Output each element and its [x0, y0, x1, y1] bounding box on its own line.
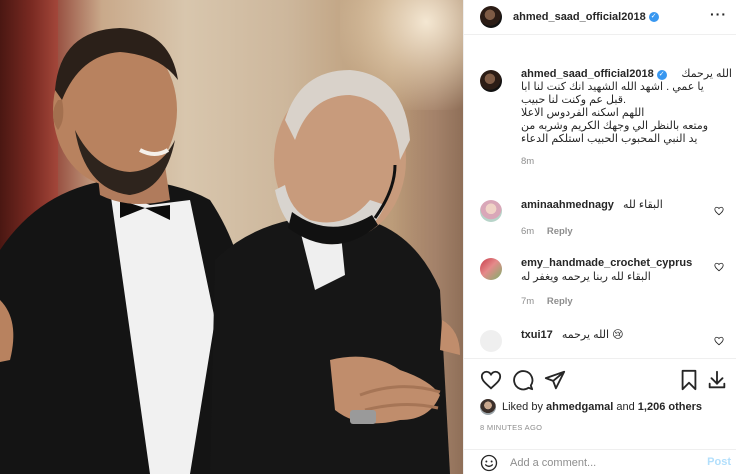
caption-line: يا عمي . اشهد الله الشهيد انك كنت لنا اب… — [521, 81, 704, 93]
caption-text: الله يرحمك — [681, 68, 732, 80]
post-photo[interactable] — [0, 0, 463, 474]
liked-by-prefix: Liked by — [502, 401, 543, 413]
comment-username[interactable]: txui17 — [521, 329, 553, 341]
avatar[interactable] — [480, 200, 502, 222]
comment-icon[interactable] — [512, 369, 534, 391]
comment-meta: 7m Reply — [521, 296, 573, 307]
caption-body: ahmed_saad_official2018 ✓ الله يرحمك يا ع… — [521, 68, 732, 167]
instagram-post-window: ahmed_saad_official2018 ✓ ··· ahmed_saad… — [0, 0, 736, 474]
post-header: ahmed_saad_official2018 ✓ ··· — [464, 0, 736, 35]
comment-item: txui17 الله يرحمه 😢 — [480, 326, 730, 358]
comment-composer: Post — [464, 449, 736, 474]
reply-button[interactable]: Reply — [547, 226, 573, 237]
reply-button[interactable]: Reply — [547, 296, 573, 307]
post-timestamp[interactable]: 8 MINUTES AGO — [480, 423, 542, 432]
comment-item: aminaahmednagy البقاء لله 6m Reply — [480, 196, 730, 256]
comments-list[interactable]: ahmed_saad_official2018 ✓ الله يرحمك يا ع… — [464, 36, 736, 358]
caption-line: يد النبي المحبوب الحبيب استلكم الدعاء — [521, 133, 698, 145]
caption-line: .قبل عم وكنت لنا حبيب — [521, 94, 627, 106]
comment-username[interactable]: aminaahmednagy — [521, 199, 614, 211]
watch — [350, 410, 376, 424]
post-side-panel: ahmed_saad_official2018 ✓ ··· ahmed_saad… — [463, 0, 736, 474]
caption-username[interactable]: ahmed_saad_official2018 — [521, 68, 654, 80]
verified-badge-icon: ✓ — [648, 12, 659, 22]
smile-icon[interactable] — [480, 454, 498, 472]
caption-timestamp[interactable]: 8m — [521, 156, 732, 167]
photo-illustration — [0, 28, 460, 474]
avatar[interactable] — [480, 6, 502, 28]
download-icon[interactable] — [706, 369, 728, 391]
comment-text: البقاء لله — [622, 199, 663, 211]
comment-text: البقاء لله ربنا يرحمه ويغفر له — [521, 271, 651, 283]
add-comment-input[interactable] — [510, 456, 690, 469]
action-bar — [478, 369, 728, 393]
avatar[interactable] — [480, 258, 502, 280]
post-author-username[interactable]: ahmed_saad_official2018 — [513, 11, 646, 23]
bookmark-icon[interactable] — [678, 369, 700, 391]
comment-header: aminaahmednagy البقاء لله — [521, 198, 721, 212]
comment-time: 7m — [521, 296, 535, 307]
heart-icon[interactable] — [480, 369, 502, 391]
likes-summary: Liked by ahmedgamal and 1,206 others — [480, 399, 702, 415]
comment-meta: 6m Reply — [521, 226, 573, 237]
heart-icon[interactable] — [714, 206, 724, 216]
caption-first-line: ahmed_saad_official2018 ✓ الله يرحمك — [521, 68, 732, 81]
share-icon[interactable] — [544, 369, 566, 391]
comment-item: emy_handmade_crochet_cyprus البقاء لله ر… — [480, 254, 730, 314]
verified-badge-icon: ✓ — [656, 70, 667, 80]
heart-icon[interactable] — [714, 262, 724, 272]
avatar[interactable] — [480, 330, 502, 352]
hand-shoulder — [440, 320, 460, 355]
caption-avatar[interactable] — [480, 70, 502, 92]
likes-text: Liked by ahmedgamal and 1,206 others — [502, 401, 702, 413]
post-comment-button[interactable]: Post — [707, 456, 731, 468]
liked-by-others[interactable]: 1,206 others — [638, 401, 702, 413]
comment-header: txui17 الله يرحمه 😢 — [521, 328, 721, 342]
more-horizontal-icon[interactable]: ··· — [710, 7, 727, 21]
comment-text: الله يرحمه 😢 — [561, 329, 624, 341]
post-actions: Liked by ahmedgamal and 1,206 others 8 M… — [464, 358, 736, 474]
liked-by-user[interactable]: ahmedgamal — [546, 401, 613, 413]
liker-avatar[interactable] — [480, 399, 496, 415]
comment-time: 6m — [521, 226, 535, 237]
liked-by-and: and — [616, 401, 635, 413]
caption-line: اللهم اسكنه الفردوس الاعلا — [521, 107, 645, 119]
comment-header: emy_handmade_crochet_cyprus — [521, 256, 721, 270]
heart-icon[interactable] — [714, 336, 724, 346]
comment-username[interactable]: emy_handmade_crochet_cyprus — [521, 257, 692, 269]
caption-line: ومتعه بالنظر الي وجهك الكريم وشربه من — [521, 120, 709, 132]
